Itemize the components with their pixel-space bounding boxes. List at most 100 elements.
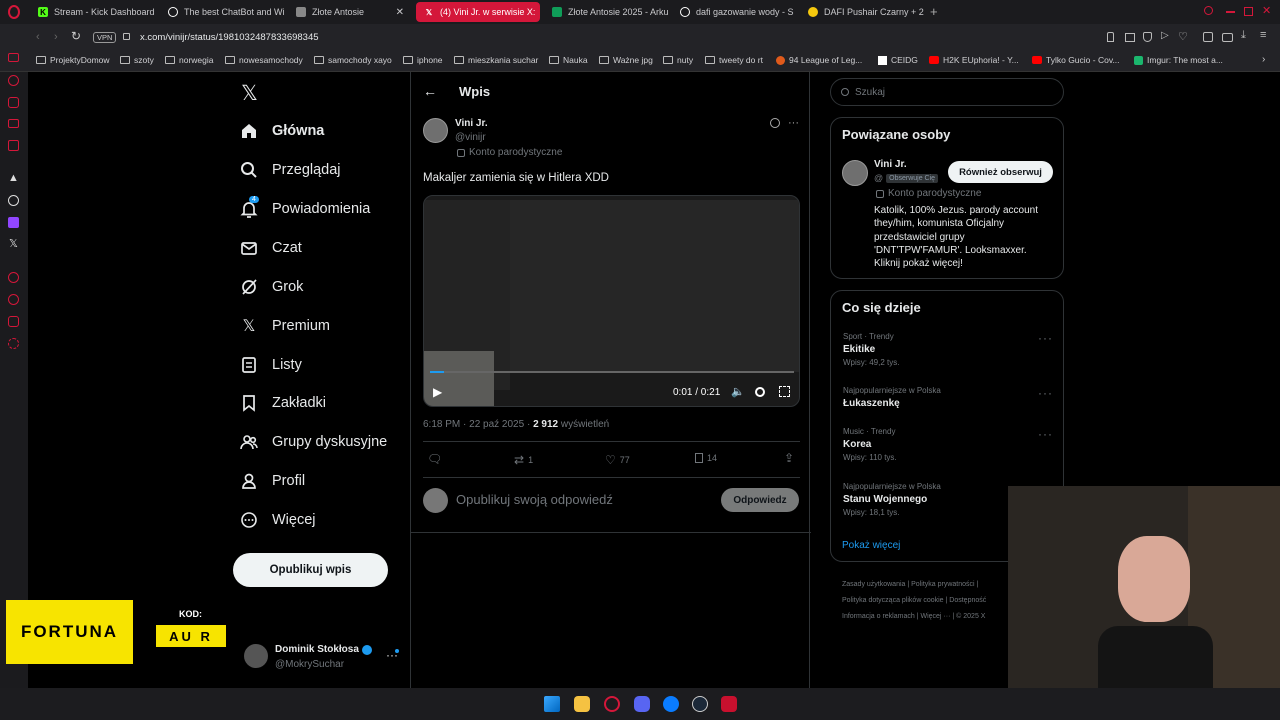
url-field[interactable]: x.com/vinijr/status/1981032487833698345 [140, 32, 319, 43]
snapshot-icon[interactable] [1125, 33, 1135, 42]
pin-icon[interactable] [1107, 32, 1114, 42]
windows-start-icon[interactable] [544, 696, 560, 712]
nav-premium[interactable]: 𝕏 Premium [240, 317, 330, 335]
shield-icon[interactable] [1143, 32, 1152, 42]
share-icon[interactable]: ⇪ [784, 451, 794, 465]
trend-item[interactable]: Music · Trendy Korea Wpisy: 110 tys. [843, 427, 897, 462]
download-icon[interactable]: ⤓ [1241, 29, 1246, 42]
new-tab-button[interactable]: + [930, 4, 938, 19]
tab-vini-jr-x[interactable]: 𝕏 (4) Vini Jr. w serwisie X: [416, 2, 540, 22]
bookmark-h2k[interactable]: H2K EUphoria! - Y... [929, 55, 1019, 65]
reply-input[interactable]: Opublikuj swoją odpowiedź [456, 492, 613, 507]
opera-logo-icon[interactable] [8, 5, 20, 19]
extensions-icon[interactable] [1203, 32, 1213, 42]
sidebar-icon-clock[interactable] [8, 294, 19, 305]
sidebar-icon-1[interactable] [8, 53, 19, 62]
play-icon[interactable]: ▷ [1161, 30, 1169, 41]
back-icon[interactable]: ‹ [36, 31, 40, 43]
minimize-icon[interactable] [1226, 11, 1235, 13]
video-settings-icon[interactable] [755, 387, 765, 397]
nav-notifications[interactable]: 4 Powiadomienia [240, 196, 370, 218]
sidebar-settings-icon[interactable] [8, 338, 19, 349]
tab-dafi-search[interactable]: dafi gazowanie wody - S [672, 2, 796, 22]
bookmark-mieszkania-suchar[interactable]: mieszkania suchar [454, 55, 538, 65]
tab-zlote-antosie[interactable]: Złote Antosie ✕ [288, 2, 412, 22]
bookmark-tweety-do-rt[interactable]: tweety do rt [705, 55, 763, 65]
bookmark-nuty[interactable]: nuty [663, 55, 693, 65]
close-tab-icon[interactable]: ✕ [396, 7, 404, 18]
search-box[interactable]: Szukaj [830, 78, 1064, 106]
bookmark-action[interactable]: 14 [695, 453, 717, 463]
trend-more-icon[interactable]: ··· [1038, 331, 1053, 345]
footer-link[interactable]: Więcej ··· [920, 613, 950, 620]
bookmark-projektydomow[interactable]: ProjektyDomow [36, 55, 110, 65]
related-handle[interactable]: @ [874, 173, 883, 183]
trend-item[interactable]: Sport · Trendy Ekitike Wpisy: 49,2 tys. [843, 332, 899, 367]
heart-icon[interactable]: ♡ [1178, 30, 1188, 43]
trend-more-icon[interactable]: ··· [1038, 427, 1053, 441]
sidebar-icon-extensions[interactable] [8, 316, 19, 327]
forward-icon[interactable]: › [54, 31, 58, 43]
bookmark-iphone[interactable]: iphone [403, 55, 443, 65]
nav-communities[interactable]: Grupy dyskusyjne [240, 433, 387, 451]
retweet-action[interactable]: ⇄ 1 [514, 453, 533, 467]
reply-action[interactable]: 🗨 [427, 452, 442, 466]
back-arrow-icon[interactable]: ← [423, 83, 437, 99]
bookmark-tylko-gucio[interactable]: Tylko Gucio - Cov... [1032, 55, 1120, 65]
opera-taskbar-icon[interactable] [604, 696, 620, 712]
bookmark-nowesamochody[interactable]: nowesamochody [225, 55, 303, 65]
video-fullscreen-icon[interactable] [779, 386, 790, 397]
related-name[interactable]: Vini Jr. [874, 159, 907, 170]
bookmark-league[interactable]: 94 League of Leg... [776, 55, 862, 65]
sidebar-icon-4[interactable] [8, 119, 19, 128]
maximize-icon[interactable] [1244, 7, 1253, 16]
author-handle[interactable]: @vinijr [455, 132, 486, 143]
bookmark-imgur[interactable]: Imgur: The most a... [1134, 55, 1223, 65]
trend-more-icon[interactable]: ··· [1038, 386, 1053, 400]
tab-kick-dashboard[interactable]: K Stream - Kick Dashboard [30, 2, 158, 22]
menu-icon[interactable]: ≡ [1260, 29, 1266, 41]
sidebar-icon-3[interactable] [8, 97, 19, 108]
post-timestamp[interactable]: 6:18 PM · 22 paź 2025 · [423, 419, 533, 430]
nav-more[interactable]: Więcej [240, 511, 316, 529]
show-more-link[interactable]: Pokaż więcej [842, 540, 900, 551]
tab-zlote-antosie-2025[interactable]: Złote Antosie 2025 - Arku [544, 2, 668, 22]
nav-chat[interactable]: Czat [240, 239, 302, 257]
bookmark-norwegia[interactable]: norwegia [165, 55, 214, 65]
steam-icon[interactable] [692, 696, 708, 712]
author-avatar[interactable] [423, 118, 448, 143]
close-window-icon[interactable]: ✕ [1262, 4, 1271, 17]
x-logo-icon[interactable]: 𝕏 [241, 81, 258, 106]
bookmark-wazne-jpg[interactable]: Ważne jpg [599, 55, 653, 65]
wallet-icon[interactable] [1222, 33, 1233, 42]
sidebar-icon-5[interactable] [8, 140, 19, 151]
nav-home[interactable]: Główna [240, 122, 324, 140]
discord-icon[interactable] [634, 696, 650, 712]
bookmark-samochody-xayo[interactable]: samochody xayo [314, 55, 392, 65]
footer-link[interactable]: Polityka prywatności [911, 581, 974, 588]
video-volume-icon[interactable]: 🔈 [731, 385, 745, 398]
grok-analyze-icon[interactable] [770, 118, 780, 128]
reload-icon[interactable]: ↻ [71, 29, 81, 43]
app-icon[interactable] [721, 696, 737, 712]
sidebar-x-icon[interactable]: 𝕏 [9, 237, 18, 250]
footer-link[interactable]: Informacja o reklamach [842, 613, 915, 620]
bookmarks-overflow-icon[interactable]: › [1262, 54, 1265, 65]
bookmark-szoty[interactable]: szoty [120, 55, 154, 65]
video-progress-track[interactable] [430, 371, 794, 373]
trend-item[interactable]: Najpopularniejsze w Polska Stanu Wojenneg… [843, 482, 941, 517]
tab-chatbot[interactable]: The best ChatBot and Wi [160, 2, 284, 22]
nav-profile[interactable]: Profil [240, 472, 305, 490]
nav-lists[interactable]: Listy [240, 356, 302, 374]
nav-explore[interactable]: Przeglądaj [240, 161, 341, 179]
footer-link[interactable]: Dostępność [949, 597, 986, 604]
messenger-icon[interactable] [663, 696, 679, 712]
post-button[interactable]: Opublikuj wpis [233, 553, 388, 587]
footer-link[interactable]: Polityka dotycząca plików cookie [842, 597, 944, 604]
sidebar-aria-icon[interactable]: ▲ [8, 172, 19, 184]
sidebar-icon-2[interactable] [8, 75, 19, 86]
video-play-icon[interactable]: ▶ [433, 385, 442, 399]
related-avatar[interactable] [842, 160, 868, 186]
account-switcher[interactable]: Dominik Stokłosa @MokrySuchar ··· [244, 640, 404, 676]
sidebar-icon-history[interactable] [8, 272, 19, 283]
